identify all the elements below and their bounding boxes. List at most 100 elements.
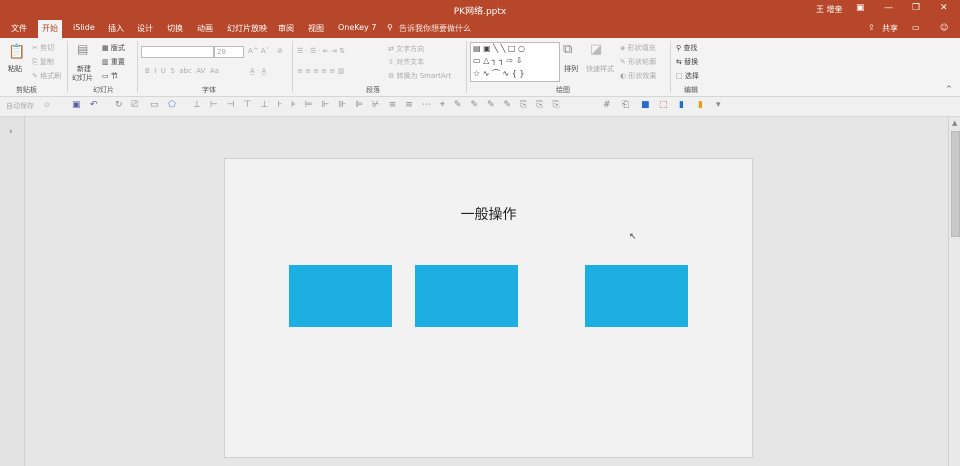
new-slide-icon[interactable]: ▤: [77, 42, 88, 56]
tab-review[interactable]: 审阅: [278, 23, 294, 34]
shapes-row-3: ☆ ∿ ⌒ ∿ { }: [473, 69, 525, 78]
paste-button[interactable]: 粘贴: [8, 64, 22, 74]
present-icon[interactable]: ⎚: [131, 100, 138, 110]
replace-button[interactable]: ⇆ 替换: [676, 57, 698, 67]
autosave-label: 自动保存: [6, 102, 34, 110]
arrange-icon[interactable]: ⧉: [563, 42, 572, 57]
capture-icon[interactable]: ⎗: [622, 100, 629, 110]
scrollbar-thumb[interactable]: [951, 131, 960, 237]
blue-rectangle-2[interactable]: [415, 265, 518, 327]
text-direction-button[interactable]: ⇄ 文字方向: [388, 44, 424, 54]
font-name-input[interactable]: [141, 46, 214, 58]
title-bar: PK网络.pptx 王 增奎 ▣ — ❐ ✕: [0, 0, 960, 20]
bullets-icon[interactable]: ☰ · ☰ · ⇤ ⇥ ⇅: [297, 47, 345, 55]
smiley-icon[interactable]: ☺: [940, 23, 948, 32]
layout-button[interactable]: ▦ 版式: [102, 43, 125, 53]
tab-insert[interactable]: 插入: [108, 23, 124, 34]
undo-icon[interactable]: ↶: [90, 100, 98, 110]
align-icons[interactable]: ≡ ≡ ≡ ≡ ≡ ▥: [297, 67, 344, 75]
shapes-row-1: ▤ ▣ ╲ ╲ □ ○: [473, 44, 526, 53]
slide[interactable]: 一般操作 ↖: [224, 158, 753, 458]
quick-styles-button[interactable]: 快速样式: [586, 64, 614, 74]
tab-view[interactable]: 视图: [308, 23, 324, 34]
shape-icon[interactable]: ⬠: [168, 100, 176, 110]
align-text-label: 对齐文本: [396, 58, 425, 66]
shapes-gallery[interactable]: ▤ ▣ ╲ ╲ □ ○ ▭ △ ┐ ┐ ⇨ ⇩ ☆ ∿ ⌒ ∿ { }: [470, 42, 560, 82]
share-icon[interactable]: ⇪: [868, 23, 875, 32]
shape-outline-button[interactable]: ✎ 形状轮廓: [620, 57, 656, 67]
tab-design[interactable]: 设计: [137, 23, 153, 34]
select-button[interactable]: ⬚ 选择: [676, 71, 699, 81]
tab-transitions[interactable]: 切换: [167, 23, 183, 34]
align-text-button[interactable]: ⇳ 对齐文本: [388, 57, 424, 67]
copy-label: 复制: [39, 58, 54, 66]
user-name[interactable]: 王 增奎: [816, 4, 843, 15]
clear-format-icon[interactable]: ⊘: [277, 47, 283, 55]
format-painter-label: 格式刷: [40, 72, 62, 80]
format-painter-button[interactable]: ✎ 格式刷: [32, 71, 61, 81]
pick-color-icon[interactable]: ⬚: [659, 100, 668, 110]
align-toolbar-icons[interactable]: ⊥⊢⊣⊤⊥⊦⊧⊨⊩⊪⊫⊬≡≡⋯⌖✎✎✎✎⎘⎘⎘: [193, 100, 569, 110]
shape-fill-button[interactable]: ◈ 形状填充: [620, 43, 656, 53]
share-button[interactable]: 共享: [882, 23, 898, 34]
highlight-icon[interactable]: ▮: [698, 100, 703, 110]
tab-file[interactable]: 文件: [11, 23, 27, 34]
reset-button[interactable]: ▥ 重置: [102, 57, 125, 67]
paragraph-group-label: 段落: [366, 86, 380, 94]
separator: [292, 41, 293, 93]
collapse-ribbon-icon[interactable]: ^: [946, 85, 952, 93]
ribbon-display-icon[interactable]: ▣: [856, 3, 865, 13]
tab-onekey[interactable]: OneKey 7: [338, 23, 376, 32]
tell-me-search-icon[interactable]: ⚲: [387, 23, 393, 32]
bar-icon[interactable]: ▮: [679, 100, 684, 110]
clipboard-group-label: 剪贴板: [16, 86, 37, 94]
separator: [67, 41, 68, 93]
shape-fill-label: 形状填充: [627, 44, 656, 52]
autosave-toggle[interactable]: ⊙: [44, 101, 50, 109]
customize-qat-icon[interactable]: ▾: [716, 100, 721, 110]
slide-title[interactable]: 一般操作: [225, 204, 752, 224]
scroll-up-icon[interactable]: ▲: [952, 119, 957, 127]
blue-rectangle-1[interactable]: [289, 265, 392, 327]
hash-icon[interactable]: #: [603, 100, 611, 110]
section-button[interactable]: ▭ 节: [102, 71, 118, 81]
minimize-icon[interactable]: —: [884, 3, 893, 13]
blue-rectangle-3[interactable]: [585, 265, 688, 327]
save-icon[interactable]: ▣: [72, 100, 81, 110]
separator: [466, 41, 467, 93]
smartart-button[interactable]: ⚙ 转换为 SmartArt: [388, 71, 451, 81]
comments-icon[interactable]: ▭: [912, 23, 920, 32]
new-slide-button-line2[interactable]: 幻灯片: [72, 73, 93, 83]
copy-button[interactable]: ⎘ 复制: [32, 57, 54, 67]
font-size-input[interactable]: 28: [214, 46, 244, 58]
tab-islide[interactable]: iSlide: [73, 23, 95, 32]
shape-effects-button[interactable]: ◐ 形状效果: [620, 71, 656, 81]
close-icon[interactable]: ✕: [940, 3, 948, 13]
restore-icon[interactable]: ❐: [912, 3, 920, 13]
paste-icon[interactable]: 📋: [8, 44, 25, 60]
editing-group-label: 编辑: [684, 86, 698, 94]
vertical-scrollbar[interactable]: ▲: [948, 117, 960, 466]
tab-animations[interactable]: 动画: [197, 23, 213, 34]
font-group-label: 字体: [202, 86, 216, 94]
font-style-buttons[interactable]: B I U S abc AV Aa: [145, 67, 219, 75]
ribbon: 📋 粘贴 ✂ 剪切 ⎘ 复制 ✎ 格式刷 剪贴板 ▤ 新建 幻灯片 ▦ 版式 ▥…: [0, 38, 960, 97]
font-color-icon[interactable]: A̲ · A̲: [250, 67, 266, 75]
font-size-value: 28: [217, 48, 226, 56]
tab-home[interactable]: 开始: [38, 20, 62, 38]
arrange-button[interactable]: 排列: [564, 64, 578, 74]
blue-square-icon[interactable]: ■: [641, 100, 650, 110]
redo-icon[interactable]: ↻: [115, 100, 123, 110]
grow-font-icon[interactable]: A^ Aˇ: [248, 47, 269, 55]
tab-slideshow[interactable]: 幻灯片放映: [227, 23, 267, 34]
tell-me-input[interactable]: 告诉我你想要做什么: [399, 23, 471, 34]
mouse-cursor-icon: ↖: [629, 232, 637, 242]
reset-label: 重置: [110, 58, 125, 66]
thumbnail-pane: ›: [0, 117, 25, 466]
find-button[interactable]: ⚲ 查找: [676, 43, 697, 53]
layout-icon[interactable]: ▭: [150, 100, 159, 110]
expand-pane-icon[interactable]: ›: [9, 127, 13, 137]
text-direction-label: 文字方向: [396, 45, 425, 53]
cut-button[interactable]: ✂ 剪切: [32, 43, 54, 53]
quick-styles-icon[interactable]: ◪: [590, 42, 602, 57]
